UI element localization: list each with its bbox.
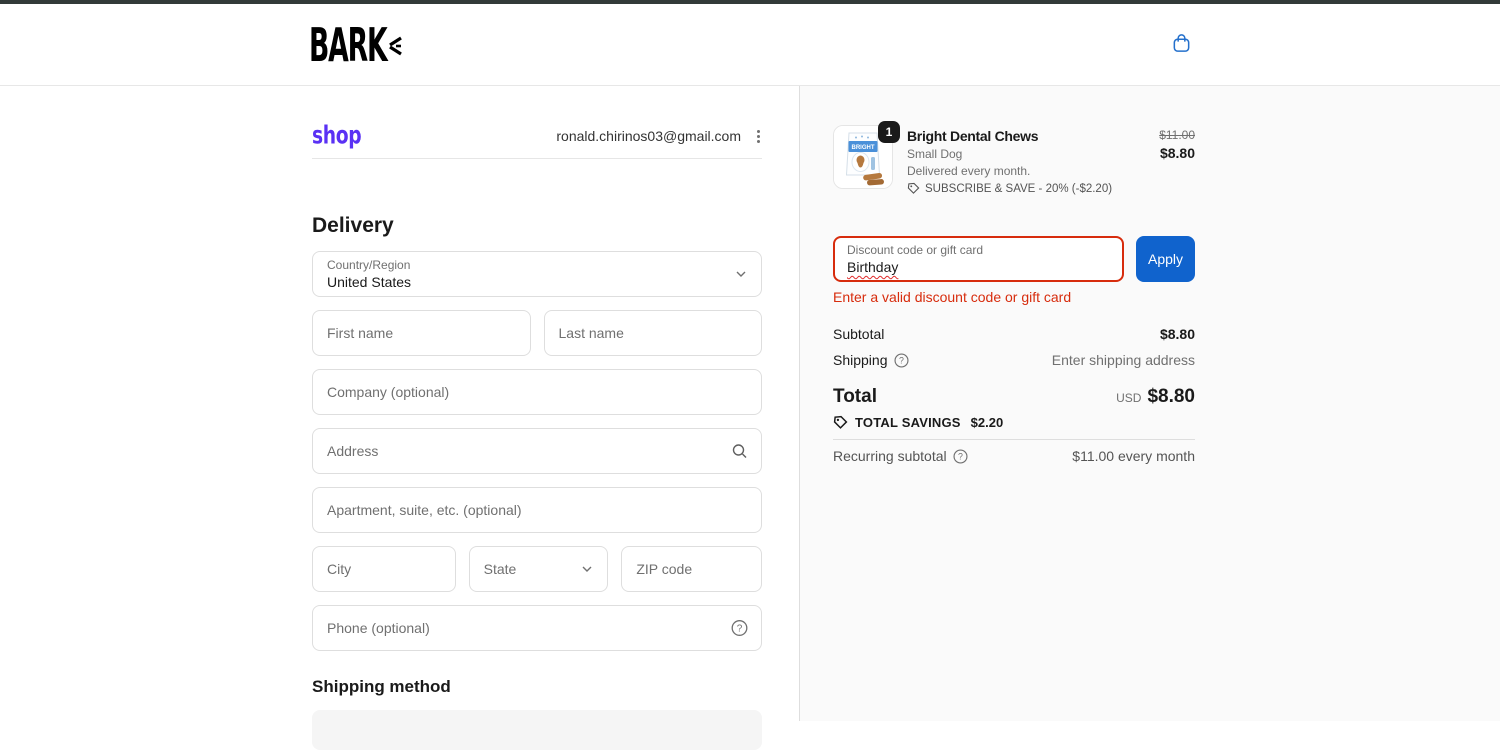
product-promo: SUBSCRIBE & SAVE - 20% (-$2.20) bbox=[925, 182, 1113, 195]
svg-text:BRIGHT: BRIGHT bbox=[852, 145, 875, 151]
recurring-subtotal-row: Recurring subtotal ? $11.00 every month bbox=[833, 448, 1195, 464]
savings-tag-icon bbox=[833, 415, 848, 429]
currency-code: USD bbox=[1116, 391, 1142, 405]
recurring-value: $11.00 every month bbox=[1072, 448, 1195, 464]
cart-line-item: BRIGHT 1 Bright Dental Chews Small Dog D… bbox=[833, 121, 1195, 195]
apply-discount-button[interactable]: Apply bbox=[1136, 236, 1195, 282]
shop-pay-logo: shop bbox=[312, 121, 362, 151]
account-email: ronald.chirinos03@gmail.com bbox=[556, 128, 741, 144]
shipping-row: Shipping ? Enter shipping address bbox=[833, 352, 1195, 368]
bark-logo-mark bbox=[389, 36, 403, 55]
shop-pay-account-row: shop ronald.chirinos03@gmail.com bbox=[312, 124, 762, 148]
discount-error-message: Enter a valid discount code or gift card bbox=[833, 289, 1072, 305]
phone-field[interactable]: ? bbox=[312, 605, 762, 651]
chevron-down-icon bbox=[582, 566, 592, 572]
discount-label: Discount code or gift card bbox=[847, 243, 984, 257]
cart-button[interactable] bbox=[1171, 33, 1192, 57]
subtotal-row: Subtotal $8.80 bbox=[833, 326, 1195, 342]
product-title: Bright Dental Chews bbox=[907, 128, 1039, 144]
company-input[interactable] bbox=[313, 370, 761, 414]
first-name-input[interactable] bbox=[313, 311, 530, 355]
checkout-header: BARK bbox=[0, 4, 1500, 86]
summary-divider bbox=[833, 439, 1195, 440]
city-input[interactable] bbox=[313, 547, 455, 591]
discount-code-field[interactable]: Discount code or gift card Birthday bbox=[833, 236, 1124, 282]
shipping-label: Shipping bbox=[833, 352, 888, 368]
last-name-input[interactable] bbox=[544, 311, 761, 355]
chevron-down-icon bbox=[736, 271, 746, 277]
cart-bag-icon bbox=[1173, 33, 1189, 52]
help-circle-icon[interactable]: ? bbox=[731, 620, 748, 637]
order-summary-panel: BRIGHT 1 Bright Dental Chews Small Dog D… bbox=[800, 86, 1500, 721]
help-circle-icon[interactable]: ? bbox=[893, 352, 909, 368]
total-label: Total bbox=[833, 386, 877, 407]
total-savings-row: TOTAL SAVINGS $2.20 bbox=[833, 415, 1195, 430]
product-variant: Small Dog bbox=[907, 147, 963, 161]
search-icon bbox=[732, 444, 747, 458]
state-select[interactable]: State bbox=[468, 546, 609, 592]
svg-text:?: ? bbox=[899, 355, 904, 365]
account-menu-icon[interactable] bbox=[755, 128, 762, 145]
total-value: $8.80 bbox=[1147, 386, 1195, 407]
zip-input[interactable] bbox=[622, 547, 761, 591]
svg-text:?: ? bbox=[958, 451, 963, 461]
help-circle-icon[interactable]: ? bbox=[953, 448, 968, 464]
country-select[interactable]: Country/Region United States bbox=[312, 251, 762, 297]
quantity-badge: 1 bbox=[878, 121, 900, 143]
discount-tag-icon bbox=[907, 182, 920, 194]
svg-text:?: ? bbox=[737, 624, 743, 635]
address-input[interactable] bbox=[313, 429, 761, 473]
savings-label: TOTAL SAVINGS bbox=[855, 415, 961, 430]
shipping-method-placeholder bbox=[312, 710, 762, 750]
first-name-field[interactable] bbox=[312, 310, 531, 356]
apartment-input[interactable] bbox=[313, 488, 761, 532]
wallet-divider bbox=[312, 158, 762, 159]
delivery-heading: Delivery bbox=[312, 214, 394, 237]
country-value: United States bbox=[327, 274, 412, 290]
product-price: $8.80 bbox=[1159, 145, 1195, 161]
zip-field[interactable] bbox=[621, 546, 762, 592]
address-field[interactable] bbox=[312, 428, 762, 474]
product-frequency: Delivered every month. bbox=[907, 164, 1031, 178]
subtotal-label: Subtotal bbox=[833, 326, 885, 342]
recurring-label: Recurring subtotal bbox=[833, 448, 947, 464]
apartment-field[interactable] bbox=[312, 487, 762, 533]
discount-input-value[interactable]: Birthday bbox=[847, 258, 898, 276]
product-original-price: $11.00 bbox=[1159, 128, 1195, 142]
bark-logo-text: BARK bbox=[308, 17, 388, 72]
country-label: Country/Region bbox=[327, 258, 411, 272]
last-name-field[interactable] bbox=[543, 310, 762, 356]
total-row: Total USD $8.80 bbox=[833, 386, 1195, 408]
company-field[interactable] bbox=[312, 369, 762, 415]
savings-value: $2.20 bbox=[970, 415, 1004, 430]
phone-input[interactable] bbox=[313, 606, 761, 650]
state-placeholder: State bbox=[483, 561, 517, 577]
checkout-form-panel: shop ronald.chirinos03@gmail.com Deliver… bbox=[0, 86, 800, 750]
city-field[interactable] bbox=[312, 546, 456, 592]
subtotal-value: $8.80 bbox=[1159, 326, 1195, 342]
bark-logo[interactable]: BARK bbox=[309, 22, 403, 68]
shipping-value: Enter shipping address bbox=[1051, 352, 1195, 368]
shipping-method-heading: Shipping method bbox=[312, 677, 451, 696]
